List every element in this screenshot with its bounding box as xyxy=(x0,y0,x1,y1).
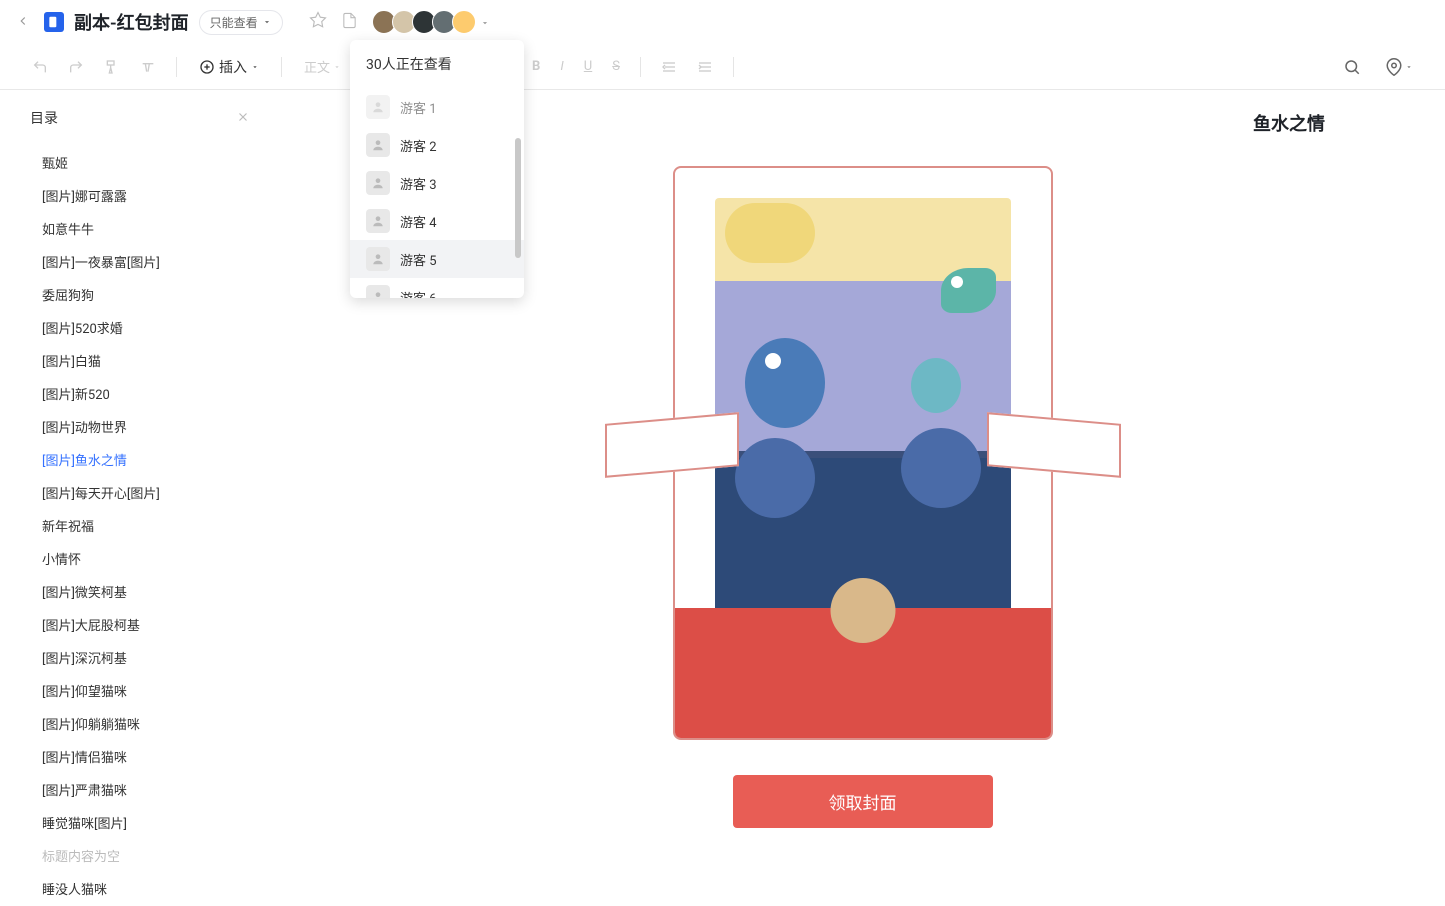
toc-item[interactable]: 睡觉猫咪[图片] xyxy=(30,806,250,839)
bold-button[interactable]: B xyxy=(524,53,548,80)
toc-item[interactable]: [图片]娜可露露 xyxy=(30,179,250,212)
search-button[interactable] xyxy=(1335,52,1369,82)
viewer-item[interactable]: 游客 5 xyxy=(350,240,524,278)
scrollbar[interactable] xyxy=(515,138,521,258)
toolbar-separator xyxy=(733,57,734,77)
toc-item[interactable]: 小情怀 xyxy=(30,542,250,575)
toolbar-separator xyxy=(640,57,641,77)
user-avatar-icon xyxy=(366,171,390,195)
envelope-seal xyxy=(830,578,895,643)
user-avatar-icon xyxy=(366,285,390,298)
cloud-shape xyxy=(725,203,815,263)
user-avatar-icon xyxy=(366,95,390,119)
toc-item[interactable]: 委屈狗狗 xyxy=(30,278,250,311)
user-avatar-icon xyxy=(366,247,390,271)
document-title: 副本-红包封面 xyxy=(74,9,189,35)
viewer-item[interactable]: 游客 6 xyxy=(350,278,524,298)
editor-toolbar: 插入 正文 默认字体 四号 B I U S xyxy=(0,44,1445,90)
fish-shape xyxy=(941,268,996,313)
toc-item[interactable]: 如意牛牛 xyxy=(30,212,250,245)
more-avatars-button[interactable] xyxy=(476,13,494,32)
viewer-item[interactable]: 游客 1 xyxy=(350,88,524,126)
toc-item[interactable]: [图片]大屁股柯基 xyxy=(30,608,250,641)
toc-item[interactable]: [图片]微笑柯基 xyxy=(30,575,250,608)
viewer-item[interactable]: 游客 2 xyxy=(350,126,524,164)
ribbon-decoration xyxy=(605,418,1121,478)
user-avatar-icon xyxy=(366,133,390,157)
toc-item[interactable]: [图片]情侣猫咪 xyxy=(30,740,250,773)
viewers-popup: 30人正在查看 游客 1 游客 2 游客 3 游客 4 游客 5 游客 6 游客 xyxy=(350,40,524,298)
envelope-frame xyxy=(673,166,1053,740)
toc-item[interactable]: [图片]一夜暴富[图片] xyxy=(30,245,250,278)
toc-sidebar: 目录 甄姬[图片]娜可露露如意牛牛[图片]一夜暴富[图片]委屈狗狗[图片]520… xyxy=(0,90,280,906)
back-button[interactable] xyxy=(12,9,34,36)
toc-title: 目录 xyxy=(30,108,58,128)
app-header: 副本-红包封面 只能查看 xyxy=(0,0,1445,44)
viewers-popup-title: 30人正在查看 xyxy=(350,40,524,88)
view-permission-badge[interactable]: 只能查看 xyxy=(199,10,283,35)
chevron-down-icon xyxy=(262,17,272,27)
toc-item[interactable]: [图片]白猫 xyxy=(30,344,250,377)
toc-item[interactable]: [图片]严肃猫咪 xyxy=(30,773,250,806)
close-icon xyxy=(236,110,250,124)
claim-cover-button[interactable]: 领取封面 xyxy=(733,775,993,828)
toolbar-separator xyxy=(281,57,282,77)
redo-button[interactable] xyxy=(60,53,92,81)
document-icon[interactable] xyxy=(339,10,360,35)
location-dropdown[interactable] xyxy=(1377,52,1421,82)
clear-format-button[interactable] xyxy=(132,53,164,81)
undo-button[interactable] xyxy=(24,53,56,81)
viewer-item[interactable]: 游客 4 xyxy=(350,202,524,240)
toc-item[interactable]: [图片]深沉柯基 xyxy=(30,641,250,674)
toc-item[interactable]: 睡没人猫咪 xyxy=(30,872,250,905)
toc-item[interactable]: [图片]仰躺躺猫咪 xyxy=(30,707,250,740)
plus-circle-icon xyxy=(199,59,215,75)
close-toc-button[interactable] xyxy=(236,109,250,128)
fish-shape xyxy=(911,358,961,413)
main-content: 目录 甄姬[图片]娜可露露如意牛牛[图片]一夜暴富[图片]委屈狗狗[图片]520… xyxy=(0,90,1445,906)
toc-item[interactable]: [图片]新520 xyxy=(30,377,250,410)
toc-item[interactable]: 标题内容为空 xyxy=(30,839,250,872)
italic-button[interactable]: I xyxy=(552,53,571,80)
viewers-list[interactable]: 游客 1 游客 2 游客 3 游客 4 游客 5 游客 6 游客 7 xyxy=(350,88,524,298)
toc-item[interactable]: [图片]鱼水之情 xyxy=(30,443,250,476)
collaborator-avatars[interactable] xyxy=(376,10,494,34)
favorite-button[interactable] xyxy=(307,9,329,35)
strikethrough-button[interactable]: S xyxy=(604,53,628,80)
app-logo xyxy=(44,12,64,32)
toc-item[interactable]: [图片]仰望猫咪 xyxy=(30,674,250,707)
chevron-down-icon xyxy=(251,63,259,71)
indent-button[interactable] xyxy=(689,53,721,81)
underline-button[interactable]: U xyxy=(576,53,600,80)
toolbar-separator xyxy=(176,57,177,77)
toc-item[interactable]: [图片]动物世界 xyxy=(30,410,250,443)
user-avatar-icon xyxy=(366,209,390,233)
chevron-down-icon xyxy=(480,18,490,28)
toc-item[interactable]: [图片]每天开心[图片] xyxy=(30,476,250,509)
toc-item[interactable]: 新年祝福 xyxy=(30,509,250,542)
outdent-button[interactable] xyxy=(653,53,685,81)
pin-icon xyxy=(1385,58,1403,76)
viewer-item[interactable]: 游客 3 xyxy=(350,164,524,202)
fish-shape xyxy=(745,338,825,428)
format-painter-button[interactable] xyxy=(96,53,128,81)
text-style-dropdown[interactable]: 正文 xyxy=(294,52,351,81)
insert-button[interactable]: 插入 xyxy=(189,52,269,82)
search-icon xyxy=(1343,58,1361,76)
red-envelope-preview: 领取封面 xyxy=(673,166,1053,828)
toc-list: 甄姬[图片]娜可露露如意牛牛[图片]一夜暴富[图片]委屈狗狗[图片]520求婚[… xyxy=(30,146,250,906)
toc-item[interactable]: [图片]520求婚 xyxy=(30,311,250,344)
avatar xyxy=(452,10,476,34)
toc-item[interactable]: 甄姬 xyxy=(30,146,250,179)
